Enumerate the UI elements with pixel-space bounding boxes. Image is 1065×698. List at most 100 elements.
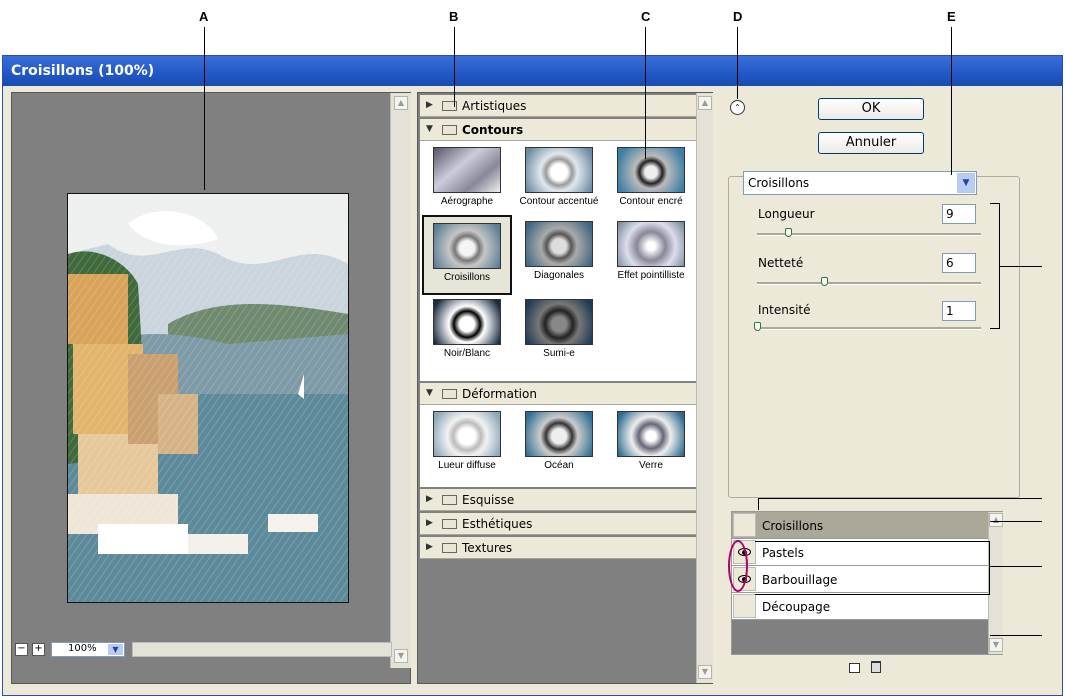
callout-line-a bbox=[204, 27, 205, 190]
folder-open-icon bbox=[442, 125, 457, 135]
zoom-select[interactable]: 100% ▼ bbox=[51, 642, 125, 657]
callout-bracket-i bbox=[755, 541, 990, 595]
category-label: Esthétiques bbox=[462, 517, 533, 531]
folder-open-icon bbox=[442, 389, 457, 399]
filter-thumb-effet-pointilliste[interactable]: Effet pointilliste bbox=[608, 221, 694, 281]
cancel-button[interactable]: Annuler bbox=[818, 132, 924, 154]
category-label: Déformation bbox=[462, 387, 537, 401]
callout-line-g bbox=[758, 498, 1042, 499]
param-field-intensite[interactable]: 1 bbox=[942, 301, 976, 321]
filter-gallery: ▶ Artistiques ▼ Contours Aérographe Cont… bbox=[417, 92, 713, 684]
callout-line-j bbox=[990, 635, 1042, 636]
filter-select[interactable]: Croisillons ▼ bbox=[743, 171, 977, 195]
callout-b: B bbox=[449, 9, 459, 24]
category-textures[interactable]: ▶ Textures bbox=[420, 537, 696, 559]
filter-thumb-sumi-e[interactable]: Sumi-e bbox=[516, 299, 602, 359]
highlight-ellipse bbox=[728, 540, 748, 592]
preview-horizontal-scrollbar[interactable] bbox=[132, 642, 392, 657]
effect-layer-croisillons[interactable]: Croisillons bbox=[732, 512, 988, 539]
category-artistiques[interactable]: ▶ Artistiques bbox=[420, 95, 696, 117]
category-label: Contours bbox=[462, 123, 524, 137]
expand-arrow-icon[interactable]: ▶ bbox=[426, 518, 433, 528]
preview-vertical-scrollbar[interactable]: ▲ ▼ bbox=[390, 93, 411, 668]
callout-line-b bbox=[454, 27, 455, 107]
chevron-down-icon[interactable]: ▼ bbox=[957, 173, 975, 193]
category-label: Textures bbox=[462, 541, 513, 555]
folder-icon bbox=[442, 495, 457, 505]
collapse-gallery-button[interactable]: ⌃ bbox=[730, 100, 745, 115]
zoom-out-button[interactable]: − bbox=[15, 643, 28, 656]
callout-d: D bbox=[733, 9, 743, 24]
callout-line-i bbox=[990, 566, 1042, 567]
preview-pane[interactable]: ▲ ▼ bbox=[11, 92, 411, 684]
expand-arrow-icon[interactable]: ▶ bbox=[426, 494, 433, 504]
filter-thumb-diagonales[interactable]: Diagonales bbox=[516, 221, 602, 281]
deformation-thumbnails: Lueur diffuse Océan Verre bbox=[420, 405, 696, 487]
callout-line-h bbox=[990, 521, 1042, 522]
preview-image bbox=[67, 193, 349, 603]
contours-thumbnails: Aérographe Contour accentué Contour encr… bbox=[420, 141, 696, 381]
param-label-intensite: Intensité bbox=[758, 303, 811, 317]
scroll-up-button[interactable]: ▲ bbox=[394, 96, 408, 110]
new-layer-icon[interactable] bbox=[849, 663, 860, 673]
zoom-bar: − + 100% ▼ bbox=[15, 640, 405, 660]
filter-thumb-ocean[interactable]: Océan bbox=[516, 411, 602, 471]
filter-thumb-contour-encre[interactable]: Contour encré bbox=[608, 147, 694, 207]
filter-thumb-croisillons[interactable]: Croisillons bbox=[422, 215, 512, 295]
param-field-nettete[interactable]: 6 bbox=[942, 253, 976, 273]
callout-e: E bbox=[947, 9, 956, 24]
param-field-longueur[interactable]: 9 bbox=[942, 204, 976, 224]
scroll-up-button[interactable]: ▲ bbox=[698, 96, 712, 110]
scroll-up-button[interactable]: ▲ bbox=[989, 513, 1003, 527]
filter-thumb-noir-blanc[interactable]: Noir/Blanc bbox=[424, 299, 510, 359]
callout-c: C bbox=[641, 9, 651, 24]
scroll-down-button[interactable]: ▼ bbox=[698, 665, 712, 679]
slider-thumb[interactable] bbox=[754, 322, 761, 331]
callout-line-d bbox=[737, 27, 738, 99]
param-slider-intensite[interactable] bbox=[757, 327, 981, 330]
filter-select-value: Croisillons bbox=[748, 176, 810, 190]
callout-a: A bbox=[199, 9, 209, 24]
filter-settings-panel: Croisillons ▼ Longueur 9 Netteté 6 Inten… bbox=[728, 171, 1020, 498]
expand-arrow-icon[interactable]: ▶ bbox=[426, 100, 433, 110]
gallery-vertical-scrollbar[interactable]: ▲ ▼ bbox=[696, 93, 713, 683]
trash-icon[interactable] bbox=[871, 661, 881, 673]
layer-name: Croisillons bbox=[762, 519, 824, 533]
callout-line-g-tick bbox=[758, 498, 759, 510]
filter-thumb-lueur-diffuse[interactable]: Lueur diffuse bbox=[424, 411, 510, 471]
filter-thumb-aerographe[interactable]: Aérographe bbox=[424, 147, 510, 207]
folder-icon bbox=[442, 519, 457, 529]
layer-name: Découpage bbox=[762, 600, 831, 614]
category-label: Artistiques bbox=[462, 99, 527, 113]
filter-gallery-window: Croisillons (100%) ▲ ▼ − + 100% ▼ ▶ Arti… bbox=[2, 55, 1063, 696]
filter-thumb-contour-accentue[interactable]: Contour accentué bbox=[516, 147, 602, 207]
visibility-toggle[interactable] bbox=[733, 594, 756, 618]
category-esthetiques[interactable]: ▶ Esthétiques bbox=[420, 513, 696, 535]
ok-button[interactable]: OK bbox=[818, 98, 924, 120]
callout-bracket-f bbox=[990, 203, 1000, 329]
scroll-down-button[interactable]: ▼ bbox=[989, 638, 1003, 652]
collapse-arrow-icon[interactable]: ▼ bbox=[426, 388, 433, 398]
filter-thumb-verre[interactable]: Verre bbox=[608, 411, 694, 471]
collapse-arrow-icon[interactable]: ▼ bbox=[426, 124, 433, 134]
layers-scrollbar[interactable]: ▲ ▼ bbox=[988, 512, 1003, 654]
callout-line-c bbox=[645, 27, 646, 159]
folder-icon bbox=[442, 543, 457, 553]
category-contours[interactable]: ▼ Contours bbox=[420, 119, 696, 141]
zoom-value: 100% bbox=[68, 643, 97, 654]
visibility-toggle[interactable] bbox=[733, 513, 756, 537]
param-label-longueur: Longueur bbox=[758, 207, 815, 221]
param-label-nettete: Netteté bbox=[758, 256, 804, 270]
callout-line-f bbox=[1000, 266, 1042, 267]
zoom-in-button[interactable]: + bbox=[32, 643, 45, 656]
category-esquisse[interactable]: ▶ Esquisse bbox=[420, 489, 696, 511]
effect-layer-decoupage[interactable]: Découpage bbox=[732, 593, 988, 620]
param-slider-nettete[interactable] bbox=[757, 282, 981, 285]
slider-thumb[interactable] bbox=[821, 277, 829, 286]
chevron-down-icon[interactable]: ▼ bbox=[108, 644, 123, 655]
expand-arrow-icon[interactable]: ▶ bbox=[426, 542, 433, 552]
window-title: Croisillons (100%) bbox=[3, 56, 1062, 86]
category-label: Esquisse bbox=[462, 493, 515, 507]
callout-line-e bbox=[951, 27, 952, 175]
category-deformation[interactable]: ▼ Déformation bbox=[420, 383, 696, 405]
